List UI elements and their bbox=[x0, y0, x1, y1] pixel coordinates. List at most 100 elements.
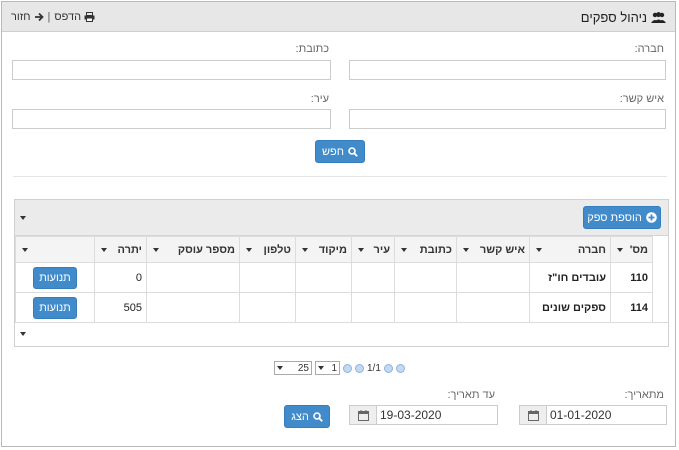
cell-dealer bbox=[146, 262, 240, 293]
col-header-label: טלפון bbox=[263, 243, 291, 256]
col-header-dealer-num[interactable]: מספר עוסק bbox=[146, 236, 240, 263]
cell-num: 114 bbox=[610, 292, 653, 323]
col-header-address[interactable]: כתובת bbox=[394, 236, 457, 263]
sort-caret-icon[interactable] bbox=[101, 248, 107, 252]
table-row[interactable]: 114 ספקים שונים 505 תנועות bbox=[15, 292, 653, 323]
col-header-balance[interactable]: יתרה bbox=[94, 236, 147, 263]
col-header-label: חברה bbox=[577, 243, 606, 256]
table-header-row: מס' חברה איש קשר כתובת עיר מיקוד טלפון מ… bbox=[15, 236, 653, 263]
page-caret-icon bbox=[318, 366, 324, 370]
page-size-caret-icon bbox=[277, 366, 283, 370]
cell-company: עובדים חו"ז bbox=[529, 262, 611, 293]
show-button-label: הצג bbox=[291, 410, 309, 423]
col-header-actions[interactable] bbox=[15, 236, 95, 263]
cell-zip bbox=[295, 292, 352, 323]
search-button-label: חפש bbox=[322, 145, 344, 158]
pager: 25 1 1/1 bbox=[274, 361, 405, 375]
company-input[interactable] bbox=[349, 60, 666, 80]
cell-actions: תנועות bbox=[15, 262, 95, 293]
sort-caret-icon[interactable] bbox=[536, 248, 542, 252]
sort-caret-icon[interactable] bbox=[302, 248, 308, 252]
page-title: ניהול ספקים bbox=[581, 10, 666, 25]
supplier-management-panel: ניהול ספקים חזור | הדפס חברה: כתובת: איש… bbox=[1, 1, 676, 447]
cell-phone bbox=[239, 262, 296, 293]
page-count: 1/1 bbox=[367, 362, 381, 374]
next-page-icon[interactable] bbox=[383, 363, 393, 373]
print-label: הדפס bbox=[54, 11, 82, 23]
top-bar: ניהול ספקים חזור | הדפס bbox=[2, 2, 675, 32]
address-label: כתובת: bbox=[295, 43, 329, 55]
from-date-value: 01-01-2020 bbox=[550, 408, 612, 422]
cell-dealer bbox=[146, 292, 240, 323]
add-supplier-button[interactable]: הוספת ספק bbox=[583, 206, 661, 229]
city-label: עיר: bbox=[310, 93, 329, 105]
cell-address bbox=[394, 292, 457, 323]
back-link[interactable]: חזור bbox=[11, 11, 44, 23]
col-header-label: מיקוד bbox=[318, 243, 347, 256]
cell-address bbox=[394, 262, 457, 293]
search-button[interactable]: חפש bbox=[315, 140, 365, 163]
movements-button[interactable]: תנועות bbox=[33, 296, 77, 319]
show-button[interactable]: הצג bbox=[284, 405, 330, 428]
sort-caret-icon[interactable] bbox=[22, 248, 28, 252]
to-date-value: 19-03-2020 bbox=[380, 408, 442, 422]
col-header-label: יתרה bbox=[117, 243, 142, 256]
col-header-num[interactable]: מס' bbox=[610, 236, 653, 263]
contact-input[interactable] bbox=[349, 109, 666, 129]
cell-zip bbox=[295, 262, 352, 293]
page-value: 1 bbox=[331, 362, 337, 374]
sort-caret-icon[interactable] bbox=[246, 248, 252, 252]
col-header-zip[interactable]: מיקוד bbox=[295, 236, 352, 263]
first-page-icon[interactable] bbox=[343, 363, 352, 373]
col-header-phone[interactable]: טלפון bbox=[239, 236, 296, 263]
cell-balance: 0 bbox=[94, 262, 147, 293]
header-separator: | bbox=[47, 11, 51, 23]
city-input[interactable] bbox=[12, 109, 331, 129]
col-header-label: כתובת bbox=[419, 243, 452, 256]
to-calendar-addon[interactable] bbox=[350, 406, 377, 424]
grid-toolbar: הוספת ספק bbox=[15, 200, 668, 236]
cell-balance: 505 bbox=[94, 292, 147, 323]
footer-menu-icon[interactable] bbox=[20, 332, 26, 336]
page-select[interactable]: 1 bbox=[315, 361, 340, 375]
col-header-city[interactable]: עיר bbox=[351, 236, 395, 263]
sort-caret-icon[interactable] bbox=[153, 248, 159, 252]
sort-caret-icon[interactable] bbox=[617, 248, 623, 252]
header-actions: חזור | הדפס bbox=[11, 11, 95, 23]
to-date-field[interactable]: 19-03-2020 bbox=[349, 405, 498, 425]
sort-caret-icon[interactable] bbox=[401, 248, 407, 252]
from-date-field[interactable]: 01-01-2020 bbox=[519, 405, 667, 425]
contact-label: איש קשר: bbox=[619, 93, 664, 105]
search-icon bbox=[348, 146, 358, 157]
print-link[interactable]: הדפס bbox=[54, 11, 95, 23]
cell-city bbox=[351, 292, 395, 323]
cell-contact bbox=[456, 292, 530, 323]
col-header-label: מספר עוסק bbox=[177, 243, 235, 256]
page-size-select[interactable]: 25 bbox=[274, 361, 312, 375]
cell-company: ספקים שונים bbox=[529, 292, 611, 323]
from-date-label: מתאריך: bbox=[624, 389, 664, 401]
add-supplier-label: הוספת ספק bbox=[587, 211, 642, 224]
col-header-company[interactable]: חברה bbox=[529, 236, 611, 263]
toolbar-menu-icon[interactable] bbox=[20, 216, 26, 220]
sort-caret-icon[interactable] bbox=[463, 248, 469, 252]
sort-caret-icon[interactable] bbox=[358, 248, 364, 252]
table-row[interactable]: 110 עובדים חו"ז 0 תנועות bbox=[15, 262, 653, 293]
calendar-icon bbox=[357, 409, 369, 421]
company-label: חברה: bbox=[634, 43, 664, 55]
grid-footer bbox=[15, 322, 668, 345]
col-header-contact[interactable]: איש קשר bbox=[456, 236, 530, 263]
back-label: חזור bbox=[11, 11, 31, 23]
cell-num: 110 bbox=[610, 262, 653, 293]
col-header-label: עיר bbox=[373, 243, 390, 256]
last-page-icon[interactable] bbox=[395, 363, 405, 373]
from-calendar-addon[interactable] bbox=[520, 406, 547, 424]
divider bbox=[13, 176, 667, 177]
address-input[interactable] bbox=[12, 60, 331, 80]
movements-button[interactable]: תנועות bbox=[33, 266, 77, 289]
suppliers-grid: הוספת ספק מס' חברה איש קשר כתובת עיר מיק… bbox=[14, 199, 669, 347]
page-title-text: ניהול ספקים bbox=[580, 10, 647, 25]
prev-page-icon[interactable] bbox=[355, 363, 364, 373]
print-icon bbox=[84, 12, 95, 22]
col-header-label: איש קשר bbox=[479, 243, 525, 256]
